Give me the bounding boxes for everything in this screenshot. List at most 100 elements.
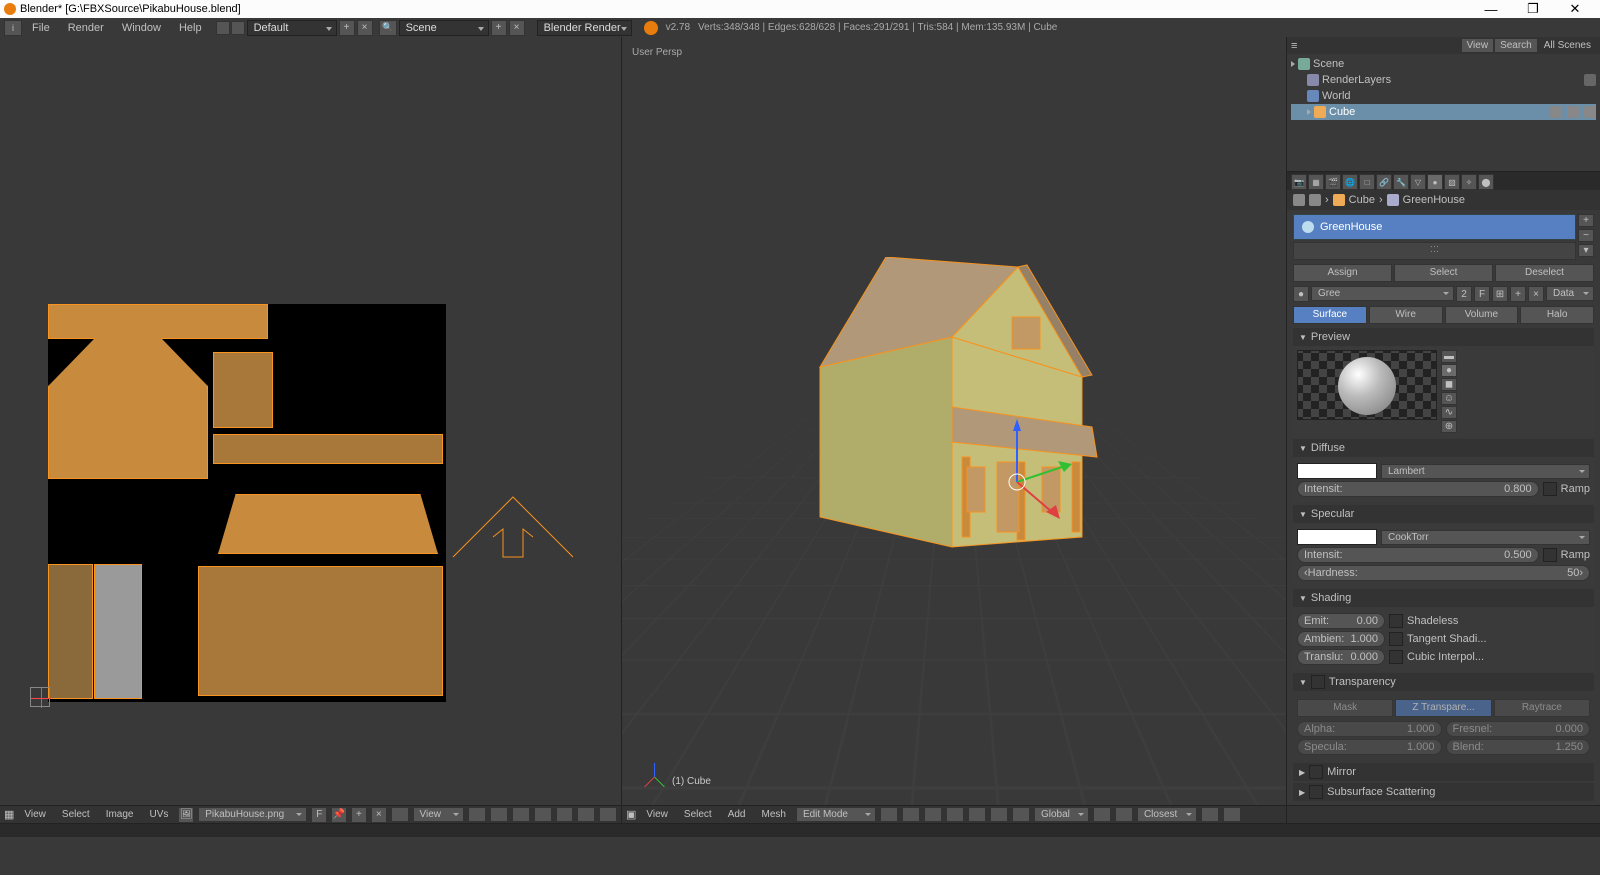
layout-fwd-button[interactable] <box>231 21 245 35</box>
trans-blend-field[interactable]: Blend:1.250 <box>1446 739 1591 755</box>
scene-remove-button[interactable]: × <box>509 20 525 36</box>
pivot-icon[interactable] <box>902 807 920 822</box>
cursor-icon[interactable] <box>1567 106 1579 118</box>
outliner-renderlayers-row[interactable]: RenderLayers <box>1291 72 1596 88</box>
transparency-mask-button[interactable]: Mask <box>1297 699 1393 717</box>
menu-help[interactable]: Help <box>171 22 210 34</box>
outliner-cube-row[interactable]: Cube <box>1291 104 1596 120</box>
uv-menu-image[interactable]: Image <box>100 809 140 820</box>
properties-panel[interactable]: GreenHouse ::: + − ▾ Assign Select Desel… <box>1287 210 1600 805</box>
uv-sel-island-icon[interactable] <box>534 807 552 822</box>
eye-icon[interactable] <box>1550 106 1562 118</box>
uv-add-button[interactable]: + <box>351 807 367 823</box>
uv-proportional-icon[interactable] <box>599 807 617 822</box>
3d-menu-add[interactable]: Add <box>722 809 752 820</box>
mat-add-button[interactable]: + <box>1510 286 1526 302</box>
layout-add-button[interactable]: + <box>339 20 355 36</box>
tab-render[interactable]: 📷 <box>1291 174 1307 190</box>
panel-shading-header[interactable]: Shading <box>1293 589 1594 607</box>
preview-world-icon[interactable]: ⊕ <box>1441 420 1457 433</box>
specular-intensity-field[interactable]: Intensit:0.500 <box>1297 547 1539 563</box>
diffuse-intensity-field[interactable]: Intensit:0.800 <box>1297 481 1539 497</box>
preview-monkey-icon[interactable]: ☺ <box>1441 392 1457 405</box>
select-button[interactable]: Select <box>1394 264 1493 282</box>
snap-dropdown[interactable]: Closest <box>1137 807 1197 822</box>
minimize-button[interactable]: — <box>1470 2 1512 17</box>
outliner-tree[interactable]: Scene RenderLayers World Cube <box>1287 54 1600 122</box>
specular-shader-dropdown[interactable]: CookTorr <box>1381 530 1590 545</box>
screen-layout-dropdown[interactable]: Default <box>247 20 337 36</box>
tab-renderlayers[interactable]: ▦ <box>1308 174 1324 190</box>
tab-particles[interactable]: ✧ <box>1461 174 1477 190</box>
specular-color-swatch[interactable] <box>1297 529 1377 545</box>
uv-image-browse-icon[interactable]: 🖼 <box>178 807 194 823</box>
menu-file[interactable]: File <box>24 22 58 34</box>
preview-cube-icon[interactable]: ◼ <box>1441 378 1457 391</box>
uv-canvas[interactable] <box>48 304 446 702</box>
breadcrumb-obj[interactable]: Cube <box>1349 194 1375 206</box>
uv-pin-icon[interactable]: 📌 <box>331 807 347 823</box>
shading-emit-field[interactable]: Emit:0.00 <box>1297 613 1385 629</box>
mode-dropdown[interactable]: Edit Mode <box>796 807 876 822</box>
uv-unlink-button[interactable]: × <box>371 807 387 823</box>
mat-users-button[interactable]: 2 <box>1456 286 1472 302</box>
tab-world[interactable]: 🌐 <box>1342 174 1358 190</box>
alpha-field[interactable]: Alpha:1.000 <box>1297 721 1442 737</box>
timeline-strip[interactable] <box>0 823 1600 837</box>
slot-remove-button[interactable]: − <box>1578 229 1594 242</box>
tangent-checkbox[interactable] <box>1389 632 1403 646</box>
specular-ramp-checkbox[interactable] <box>1543 548 1557 562</box>
uv-sync-icon[interactable] <box>556 807 574 822</box>
panel-diffuse-header[interactable]: Diffuse <box>1293 439 1594 457</box>
3d-menu-mesh[interactable]: Mesh <box>756 809 792 820</box>
shadeless-checkbox[interactable] <box>1389 614 1403 628</box>
3d-viewport[interactable]: User Persp <box>622 37 1287 805</box>
uv-sel-face-icon[interactable] <box>512 807 530 822</box>
uv-image-name[interactable]: PikabuHouse.png <box>198 807 307 822</box>
uv-snap-icon[interactable] <box>577 807 595 822</box>
fresnel-field[interactable]: Fresnel:0.000 <box>1446 721 1591 737</box>
material-link-dropdown[interactable]: Data <box>1546 286 1594 301</box>
info-editor-icon[interactable]: i <box>4 20 22 36</box>
render-tab-halo[interactable]: Halo <box>1520 306 1594 324</box>
maximize-button[interactable]: ❐ <box>1512 1 1554 17</box>
mat-nodes-button[interactable]: ⊞ <box>1492 286 1508 302</box>
shading-ambient-field[interactable]: Ambien:1.000 <box>1297 631 1385 647</box>
close-button[interactable]: ✕ <box>1554 1 1596 17</box>
transparency-enable-checkbox[interactable] <box>1311 675 1325 689</box>
scene-add-button[interactable]: + <box>491 20 507 36</box>
mirror-enable-checkbox[interactable] <box>1309 765 1323 779</box>
uv-sel-edge-icon[interactable] <box>490 807 508 822</box>
trans-specular-field[interactable]: Specula:1.000 <box>1297 739 1442 755</box>
render-preview-icon[interactable] <box>1223 807 1241 822</box>
preview-hair-icon[interactable]: ∿ <box>1441 406 1457 419</box>
render-engine-dropdown[interactable]: Blender Render <box>537 20 632 36</box>
render-tab-wire[interactable]: Wire <box>1369 306 1443 324</box>
tab-material[interactable]: ● <box>1427 174 1443 190</box>
outliner-tab-search[interactable]: Search <box>1495 39 1537 52</box>
layout-back-button[interactable] <box>216 21 230 35</box>
shading-mode-icon[interactable] <box>880 807 898 822</box>
uv-menu-select[interactable]: Select <box>56 809 96 820</box>
tab-modifiers[interactable]: 🔧 <box>1393 174 1409 190</box>
scene-dropdown[interactable]: Scene <box>399 20 489 36</box>
snap-toggle-icon[interactable] <box>1115 807 1133 822</box>
render-tab-surface[interactable]: Surface <box>1293 306 1367 324</box>
sel-vert-icon[interactable] <box>946 807 964 822</box>
deselect-button[interactable]: Deselect <box>1495 264 1594 282</box>
diffuse-shader-dropdown[interactable]: Lambert <box>1381 464 1590 479</box>
diffuse-color-swatch[interactable] <box>1297 463 1377 479</box>
transparency-ztrans-button[interactable]: Z Transpare... <box>1395 699 1491 717</box>
uv-image-editor[interactable] <box>0 37 622 805</box>
uv-image-fake-button[interactable]: F <box>311 807 327 823</box>
scene-browse-icon[interactable]: 🔍 <box>379 20 397 36</box>
cubic-checkbox[interactable] <box>1389 650 1403 664</box>
material-slot-empty[interactable]: ::: <box>1293 242 1576 260</box>
3d-menu-select[interactable]: Select <box>678 809 718 820</box>
material-name-field[interactable]: Gree <box>1311 286 1454 301</box>
layers-icon[interactable] <box>1093 807 1111 822</box>
diffuse-ramp-checkbox[interactable] <box>1543 482 1557 496</box>
orientation-dropdown[interactable]: Global <box>1034 807 1089 822</box>
tab-physics[interactable]: ⬤ <box>1478 174 1494 190</box>
uv-editor-type-icon[interactable]: ▦ <box>4 808 14 821</box>
